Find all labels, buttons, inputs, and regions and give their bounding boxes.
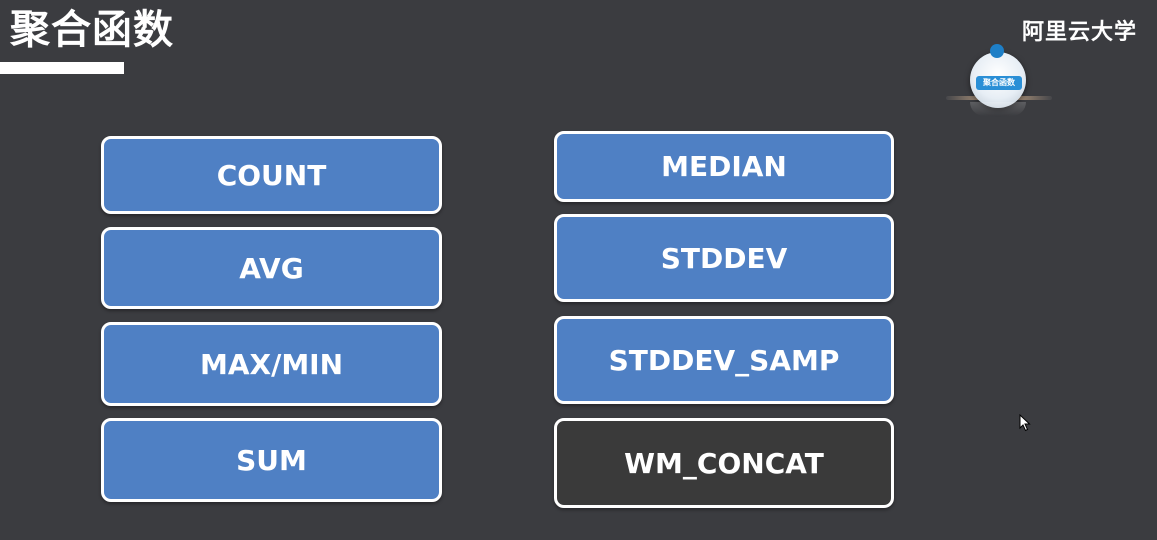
mouse-cursor-icon [1019, 414, 1031, 432]
logo-tip-icon [990, 44, 1004, 58]
page-title: 聚合函数 [10, 7, 174, 53]
function-box-avg: AVG [101, 227, 442, 309]
course-logo: 聚合函数 [946, 40, 1052, 120]
logo-reflection [970, 102, 1026, 116]
function-box-stddev-samp: STDDEV_SAMP [554, 316, 894, 404]
function-box-stddev: STDDEV [554, 214, 894, 302]
function-box-wm-concat: WM_CONCAT [554, 418, 894, 508]
logo-badge: 聚合函数 [976, 76, 1022, 90]
slide: 聚合函数 阿里云大学 聚合函数 COUNT AVG MAX/MIN SUM ME… [0, 0, 1157, 540]
title-underline [0, 62, 124, 74]
function-box-median: MEDIAN [554, 131, 894, 202]
function-box-sum: SUM [101, 418, 442, 502]
function-box-max-min: MAX/MIN [101, 322, 442, 406]
function-box-count: COUNT [101, 136, 442, 214]
